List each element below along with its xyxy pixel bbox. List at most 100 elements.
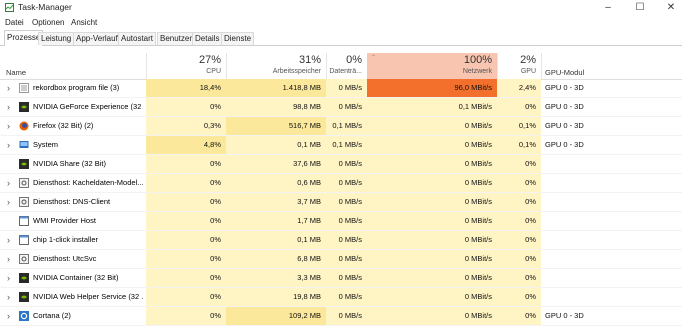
process-gpu-value: 0% — [497, 288, 541, 306]
process-cpu-value: 0,3% — [146, 117, 226, 135]
tab-dienste[interactable]: Dienste — [221, 32, 255, 45]
process-mem-value: 19,8 MB — [226, 288, 326, 306]
gpu-total: 2% — [520, 54, 536, 66]
process-row[interactable]: NVIDIA Share (32 Bit) 0% 37,6 MB 0 MB/s 0 MB… — [0, 155, 682, 174]
process-row[interactable]: WMI Provider Host 0% 1,7 MB 0 MB/s 0 MBit/s 0… — [0, 212, 682, 231]
process-gpu-module-value — [545, 269, 675, 287]
nvidia-icon — [19, 102, 29, 112]
process-row[interactable]: › Diensthost: Kacheldaten-Model... 0% 0,6 M… — [0, 174, 682, 193]
expand-chevron-icon[interactable]: › — [7, 269, 10, 287]
process-gpu-module-value — [545, 193, 675, 211]
process-cpu-value: 0% — [146, 155, 226, 173]
window-title: Task-Manager — [18, 2, 72, 12]
process-disk-value: 0 MB/s — [326, 250, 367, 268]
tab-leistung[interactable]: Leistung — [38, 32, 75, 45]
process-gpu-value: 0,1% — [497, 117, 541, 135]
process-disk-value: 0 MB/s — [326, 98, 367, 116]
system-icon — [19, 140, 29, 150]
process-name: NVIDIA Share (32 Bit) — [33, 159, 106, 168]
cpu-total: 27% — [198, 54, 221, 66]
expand-chevron-icon[interactable]: › — [7, 231, 10, 249]
column-memory[interactable]: 31% Arbeitsspeicher — [226, 53, 327, 79]
rekordbox-icon — [19, 83, 29, 93]
expand-chevron-icon[interactable]: › — [7, 79, 10, 97]
process-mem-value: 6,8 MB — [226, 250, 326, 268]
process-row[interactable]: › Diensthost: UtcSvc 0% 6,8 MB 0 MB/s 0 MBit/… — [0, 250, 682, 269]
process-net-value: 96,0 MBit/s — [367, 79, 497, 97]
column-cpu[interactable]: 27% CPU — [146, 53, 227, 79]
expand-chevron-icon[interactable]: › — [7, 117, 10, 135]
nvidia-icon — [19, 292, 29, 302]
menu-optionen[interactable]: Optionen — [32, 18, 64, 27]
expand-chevron-icon[interactable]: › — [7, 307, 10, 325]
process-gpu-module-value: GPU 0 - 3D — [545, 311, 584, 320]
process-name: Diensthost: DNS-Client — [33, 197, 111, 206]
process-mem-value: 0,1 MB — [226, 136, 326, 154]
process-mem-value: 3,3 MB — [226, 269, 326, 287]
process-row[interactable]: › NVIDIA Web Helper Service (32 ... 0% 19,8… — [0, 288, 682, 307]
nvidia-icon — [19, 159, 29, 169]
menu-ansicht[interactable]: Ansicht — [71, 18, 97, 27]
task-manager-icon — [5, 3, 14, 12]
process-net-value: 0 MBit/s — [367, 212, 497, 230]
process-gpu-value: 2,4% — [497, 79, 541, 97]
process-net-value: 0,1 MBit/s — [367, 98, 497, 116]
process-row[interactable]: › Cortana (2) 0% 109,2 MB 0 MB/s 0 MBit/s 0% GP… — [0, 307, 682, 326]
memory-total: 31% — [298, 54, 321, 66]
process-disk-value: 0 MB/s — [326, 307, 367, 325]
process-disk-value: 0 MB/s — [326, 288, 367, 306]
menu-datei[interactable]: Datei — [5, 18, 24, 27]
process-gpu-module-value: GPU 0 - 3D — [545, 83, 584, 92]
maximize-button[interactable]: ☐ — [630, 1, 650, 14]
process-gpu-value: 0,1% — [497, 136, 541, 154]
process-cpu-value: 0% — [146, 174, 226, 192]
column-disk[interactable]: 0% Datenträ... — [326, 53, 368, 79]
expand-chevron-icon[interactable]: › — [7, 288, 10, 306]
process-row[interactable]: › NVIDIA Container (32 Bit) 0% 3,3 MB 0 MB/s… — [0, 269, 682, 288]
process-gpu-module-value: GPU 0 - 3D — [545, 102, 584, 111]
process-gpu-module-value — [545, 231, 675, 249]
process-gpu-module-value — [545, 250, 675, 268]
expand-chevron-icon[interactable]: › — [7, 98, 10, 116]
process-gpu-module-value — [545, 174, 675, 192]
process-cpu-value: 0% — [146, 98, 226, 116]
process-cpu-value: 4,8% — [146, 136, 226, 154]
process-disk-value: 0 MB/s — [326, 193, 367, 211]
process-gpu-module-value: GPU 0 - 3D — [545, 140, 584, 149]
process-name: Diensthost: UtcSvc — [33, 254, 97, 263]
process-row[interactable]: › NVIDIA GeForce Experience (32 ... 0% 98,8… — [0, 98, 682, 117]
process-row[interactable]: › Firefox (32 Bit) (2) 0,3% 516,7 MB 0,1 MB/… — [0, 117, 682, 136]
tab-app-verlauf[interactable]: App-Verlauf — [73, 32, 121, 45]
process-list: › rekordbox program file (3) 18,4% 1.418,8 … — [0, 79, 682, 326]
process-name: Firefox (32 Bit) (2) — [33, 121, 94, 130]
process-row[interactable]: › rekordbox program file (3) 18,4% 1.418,8 … — [0, 79, 682, 98]
tab-details[interactable]: Details — [192, 32, 223, 45]
close-button[interactable]: ✕ — [661, 1, 681, 14]
firefox-icon — [19, 121, 29, 131]
process-disk-value: 0,1 MB/s — [326, 136, 367, 154]
process-row[interactable]: › System 4,8% 0,1 MB 0,1 MB/s 0 MBit/s 0,1% GPU… — [0, 136, 682, 155]
expand-chevron-icon[interactable]: › — [7, 193, 10, 211]
column-name[interactable]: Name — [0, 53, 147, 79]
expand-chevron-icon[interactable]: › — [7, 174, 10, 192]
process-cpu-value: 0% — [146, 288, 226, 306]
process-cpu-value: 0% — [146, 212, 226, 230]
column-gpu-module[interactable]: GPU-Modul — [541, 53, 682, 79]
column-network[interactable]: ⌃ 100% Netzwerk — [367, 53, 498, 79]
tab-autostart[interactable]: Autostart — [118, 32, 157, 45]
process-mem-value: 516,7 MB — [226, 117, 326, 135]
window-icon — [19, 235, 29, 245]
expand-chevron-icon[interactable]: › — [7, 250, 10, 268]
process-name: rekordbox program file (3) — [33, 83, 120, 92]
tab-benutzer[interactable]: Benutzer — [157, 32, 196, 45]
process-gpu-value: 0% — [497, 231, 541, 249]
process-gpu-module-value — [545, 212, 675, 230]
title-bar: Task-Manager – ☐ ✕ — [0, 0, 682, 16]
expand-chevron-icon[interactable]: › — [7, 136, 10, 154]
minimize-button[interactable]: – — [598, 1, 618, 14]
process-row[interactable]: › Diensthost: DNS-Client 0% 3,7 MB 0 MB/s 0 M… — [0, 193, 682, 212]
column-gpu[interactable]: 2% GPU — [497, 53, 542, 79]
gear-icon — [19, 254, 29, 264]
process-mem-value: 37,6 MB — [226, 155, 326, 173]
process-row[interactable]: › chip 1-click installer 0% 0,1 MB 0 MB/s 0 M… — [0, 231, 682, 250]
